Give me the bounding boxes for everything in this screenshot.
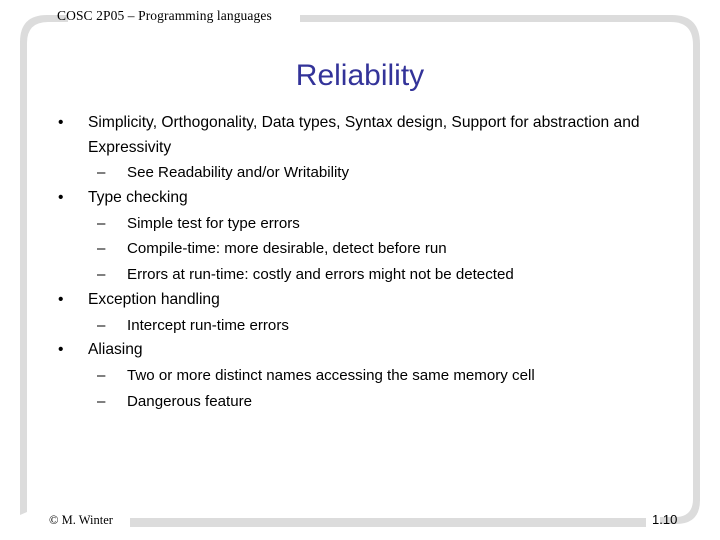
bullet-item-1: • Simplicity, Orthogonality, Data types,… [54,111,654,160]
slide-header-text: COSC 2P05 – Programming languages [57,8,272,23]
bullet-item-4: – Simple test for type errors [54,211,654,237]
bullet-item-11: – Dangerous feature [54,389,654,415]
dash-marker-icon: – [97,214,106,232]
bullet-item-3: • Type checking [54,186,654,211]
bullet-item-8: – Intercept run-time errors [54,313,654,339]
bullet-item-10: – Two or more distinct names accessing t… [54,363,654,389]
bullet-text: Type checking [88,188,188,206]
bullet-text: Intercept run-time errors [127,316,289,334]
bullet-marker-icon: • [58,188,64,206]
bullet-item-9: • Aliasing [54,338,654,363]
bullet-text: Errors at run-time: costly and errors mi… [127,266,514,284]
bullet-text: Simple test for type errors [127,214,300,232]
dash-marker-icon: – [97,266,106,284]
dash-marker-icon: – [97,164,106,182]
slide-body-content: • Simplicity, Orthogonality, Data types,… [54,111,654,415]
bullet-marker-icon: • [58,114,64,131]
bullet-text: Exception handling [88,290,220,308]
dash-marker-icon: – [97,240,106,258]
footer-divider-bar [130,518,646,527]
page-title: Reliability [295,59,425,92]
bullet-item-2: – See Readability and/or Writability [54,160,654,186]
bullet-item-7: • Exception handling [54,288,654,313]
bullet-item-6: – Errors at run-time: costly and errors … [54,262,654,288]
bullet-text: Compile-time: more desirable, detect bef… [127,240,447,258]
dash-marker-icon: – [97,392,106,410]
footer-copyright: © M. Winter [49,513,113,527]
bullet-text: Two or more distinct names accessing the… [127,366,535,384]
bullet-text: Dangerous feature [127,392,253,410]
bullet-marker-icon: • [58,341,64,359]
dash-marker-icon: – [97,316,106,334]
bullet-marker-icon: • [58,290,64,308]
bullet-text: See Readability and/or Writability [127,164,350,182]
slide-canvas: COSC 2P05 – Programming languages Reliab… [0,0,720,540]
dash-marker-icon: – [97,366,106,384]
footer-page-number: 1.10 [652,512,678,527]
bullet-text: Simplicity, Orthogonality, Data types, S… [88,114,640,156]
bullet-item-5: – Compile-time: more desirable, detect b… [54,236,654,262]
bullet-text: Aliasing [88,341,143,359]
